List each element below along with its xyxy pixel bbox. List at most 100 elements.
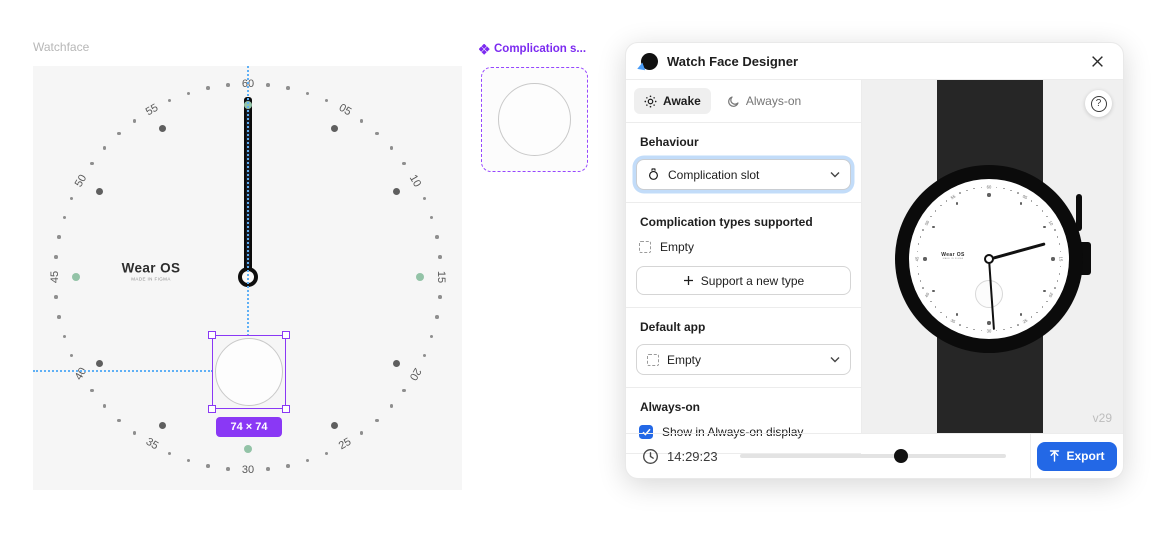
panel-footer: 14:29:23 Export	[626, 433, 1123, 478]
minute-number: 25	[1022, 318, 1029, 325]
minute-dot	[423, 354, 427, 358]
minute-dot	[360, 431, 364, 435]
frame-label[interactable]: Watchface	[33, 40, 89, 54]
settings-column: Awake Always-on Behaviour	[626, 80, 862, 433]
five-minute-dot	[932, 226, 935, 229]
five-minute-dot	[159, 125, 166, 132]
quarter-accent-dot	[416, 273, 425, 282]
minute-dot	[90, 389, 94, 393]
minute-dot	[430, 216, 434, 220]
minute-dot	[103, 146, 107, 150]
minute-dot	[266, 83, 270, 87]
minute-dot	[325, 452, 329, 456]
minute-number: 15	[1059, 257, 1064, 262]
version-label: v29	[1093, 411, 1112, 425]
minute-dot	[438, 255, 442, 259]
minute-dot	[1036, 205, 1038, 207]
preview-brand-text: Wear OS MADE IN FIGMA	[941, 252, 965, 260]
minute-dot	[117, 132, 121, 136]
minute-dot	[133, 119, 137, 123]
minute-dot	[306, 92, 310, 96]
minute-dot	[133, 431, 137, 435]
minute-number: 55	[143, 102, 160, 119]
minute-number: 10	[407, 172, 424, 189]
minute-dot	[103, 404, 107, 408]
component-master-frame[interactable]	[481, 67, 588, 172]
quarter-accent-dot	[987, 193, 990, 196]
minute-dot	[70, 354, 74, 358]
minute-dot	[1054, 287, 1056, 289]
resize-handle-bottom-left[interactable]	[208, 405, 216, 413]
component-label[interactable]: Complication s...	[479, 43, 586, 55]
minute-dot	[1017, 324, 1019, 326]
complication-slot-circle[interactable]	[215, 338, 283, 406]
behaviour-section: Behaviour Complication slot	[626, 123, 861, 203]
alignment-guide-vertical	[247, 66, 249, 336]
tab-always-on[interactable]: Always-on	[717, 88, 811, 114]
minute-dot	[1010, 190, 1012, 192]
minute-dot	[959, 324, 961, 326]
minute-dot	[959, 192, 961, 194]
minute-number: 15	[435, 271, 447, 283]
app-logo-icon	[641, 53, 658, 70]
minute-dot	[438, 295, 442, 299]
minute-dot	[1046, 301, 1048, 303]
minute-dot	[930, 216, 932, 218]
resize-handle-top-left[interactable]	[208, 331, 216, 339]
five-minute-dot	[331, 422, 338, 429]
minute-dot	[946, 316, 948, 318]
time-slider[interactable]	[740, 454, 1006, 458]
time-slider-thumb[interactable]	[894, 449, 908, 463]
close-button[interactable]	[1086, 50, 1108, 72]
minute-dot	[918, 243, 920, 245]
help-button[interactable]: ?	[1085, 90, 1112, 117]
type-item-empty[interactable]: Empty	[639, 240, 851, 254]
plus-icon	[683, 275, 694, 286]
minute-dot	[57, 315, 61, 319]
minute-dot	[168, 452, 172, 456]
size-badge: 74 × 74	[216, 417, 282, 437]
minute-dot	[1010, 327, 1012, 329]
minute-dot	[390, 404, 394, 408]
five-minute-dot	[1020, 313, 1023, 316]
minute-dot	[966, 190, 968, 192]
question-mark-icon: ?	[1091, 96, 1107, 112]
support-new-type-button[interactable]: Support a new type	[636, 266, 851, 295]
minute-dot	[920, 236, 922, 238]
minute-dot	[360, 119, 364, 123]
empty-slot-icon	[647, 354, 659, 366]
minute-dot	[1057, 280, 1059, 282]
minute-dot	[325, 99, 329, 103]
minute-dot	[168, 99, 172, 103]
sun-icon	[644, 95, 657, 108]
minute-number: 20	[1048, 292, 1055, 299]
default-app-select[interactable]: Empty	[636, 344, 851, 375]
minute-dot	[1003, 329, 1005, 331]
resize-handle-bottom-right[interactable]	[282, 405, 290, 413]
minute-dot	[117, 419, 121, 423]
minute-number: 35	[950, 318, 957, 325]
minute-number: 10	[1048, 220, 1055, 227]
minute-dot	[306, 459, 310, 463]
minute-dot	[940, 312, 942, 314]
minute-dot	[423, 197, 427, 201]
minute-dot	[981, 330, 983, 332]
export-icon	[1049, 450, 1060, 462]
export-button[interactable]: Export	[1037, 442, 1116, 471]
tab-awake[interactable]: Awake	[634, 88, 711, 114]
minute-dot	[435, 315, 439, 319]
complication-slot-selection[interactable]	[212, 335, 286, 409]
five-minute-dot	[393, 360, 400, 367]
minute-dot	[70, 197, 74, 201]
five-minute-dot	[956, 313, 959, 316]
watchface-canvas[interactable]: 051015202530354045505560 Wear OS MADE IN…	[33, 66, 462, 490]
behaviour-select[interactable]: Complication slot	[636, 159, 851, 190]
resize-handle-top-right[interactable]	[282, 331, 290, 339]
minute-dot	[981, 187, 983, 189]
minute-number: 50	[923, 220, 930, 227]
minute-dot	[930, 301, 932, 303]
minute-dot	[206, 86, 210, 90]
preview-hour-hand	[989, 242, 1046, 260]
minute-dot	[63, 335, 67, 339]
quarter-accent-dot	[923, 257, 926, 260]
